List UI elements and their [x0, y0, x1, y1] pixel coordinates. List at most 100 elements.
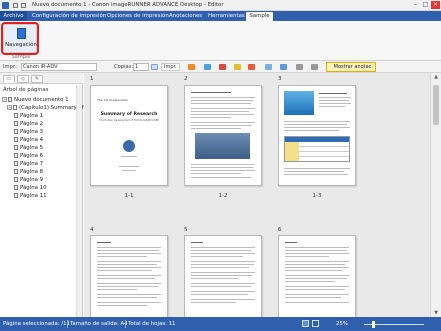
chapter-number: 2: [184, 76, 188, 82]
close-button[interactable]: ×: [431, 1, 440, 9]
tab-herramientas[interactable]: Herramientas: [208, 11, 245, 21]
tree-page-item[interactable]: Página 1: [14, 112, 43, 120]
undo-tool-icon[interactable]: [296, 64, 303, 70]
tree-page-item[interactable]: Página 4: [14, 136, 43, 144]
collapse-icon[interactable]: −: [7, 105, 12, 110]
copies-stepper-icon[interactable]: [151, 64, 158, 70]
chapter-number: 4: [90, 227, 94, 233]
bookmarks-tab-icon[interactable]: ◇: [17, 75, 29, 83]
tree-page-label: Página 3: [20, 129, 44, 135]
tree-page-item[interactable]: Página 6: [14, 152, 43, 160]
tree-page-label: Página 5: [20, 145, 44, 151]
copies-label: Copias:: [114, 64, 134, 70]
undo-icon[interactable]: [21, 3, 26, 8]
page-icon: [14, 113, 18, 118]
tree-page-item[interactable]: Página 2: [14, 120, 43, 128]
minimize-button[interactable]: –: [411, 1, 420, 9]
main-scrollbar[interactable]: ▲ ▼: [430, 73, 441, 317]
copies-input[interactable]: 1: [133, 63, 149, 71]
page-label: 1-3: [312, 193, 322, 199]
left-pane-scrollbar[interactable]: [76, 85, 82, 317]
folder-icon[interactable]: [234, 64, 241, 70]
maximize-button[interactable]: □: [421, 1, 430, 9]
page-thumbnail-6[interactable]: [278, 235, 356, 317]
tree-page-label: Página 11: [20, 193, 47, 199]
page-label: 1-2: [218, 193, 228, 199]
tree-page-item[interactable]: Página 10: [14, 184, 47, 192]
tree-page-item[interactable]: Página 9: [14, 176, 43, 184]
toolbar: Impr.: Canon iR-ADV Copias: 1 Impr. Most…: [0, 61, 441, 73]
page-photo: [284, 91, 314, 115]
page-icon: [14, 121, 18, 126]
cut-icon[interactable]: [248, 64, 255, 70]
page-table: [284, 136, 350, 162]
tree-root[interactable]: − Nuevo documento 1: [2, 96, 69, 104]
tab-configuracion-impresion[interactable]: Configuración de impresión: [32, 11, 106, 21]
cover-title: Summary of Research: [100, 112, 158, 117]
page-thumbnail-2[interactable]: [184, 85, 262, 186]
tree-page-item[interactable]: Página 7: [14, 160, 43, 168]
tab-anotaciones[interactable]: Anotaciones: [169, 11, 202, 21]
page-icon: [14, 129, 18, 134]
zoom-level: 25%: [336, 321, 348, 327]
page-label: 1-1: [124, 193, 134, 199]
page-view-icon[interactable]: [312, 320, 319, 327]
page-icon: [14, 161, 18, 166]
cover-subtitle: The Human Development of TOKYO-CANON COR…: [99, 119, 159, 122]
tree-page-label: Página 6: [20, 153, 44, 159]
page-icon: [14, 153, 18, 158]
page-thumbnail-area: 1 2 3 4 5 6 The 1st Organization Summary…: [84, 73, 430, 317]
status-bar: Página seleccionada: /11 Tamaño de salid…: [0, 317, 441, 331]
chapter-number: 1: [90, 76, 94, 82]
page-icon: [14, 185, 18, 190]
thumbnail-view-icon[interactable]: [302, 320, 309, 327]
tree-page-label: Página 9: [20, 177, 44, 183]
insert-icon[interactable]: [204, 64, 211, 70]
scroll-down-icon[interactable]: ▼: [431, 309, 441, 317]
page-thumbnail-5[interactable]: [184, 235, 262, 317]
scroll-thumb[interactable]: [433, 85, 439, 125]
title-bar: Nuevo documento 1 - Canon imageRUNNER AD…: [0, 0, 441, 11]
cover-org-text: The 1st Organization: [97, 98, 129, 102]
delete-page-icon[interactable]: [219, 64, 226, 70]
show-annotations-button[interactable]: Mostrar anotac.: [326, 62, 376, 72]
tab-sample[interactable]: Sample: [246, 12, 273, 21]
page-icon: [14, 137, 18, 142]
print-button[interactable]: Impr.: [161, 63, 180, 71]
tree-page-label: Página 10: [20, 185, 47, 191]
page-thumbnail-1[interactable]: The 1st Organization Summary of Research…: [90, 85, 168, 186]
stamp-icon[interactable]: [188, 64, 195, 70]
status-selected-page: Página seleccionada: /11: [3, 321, 70, 327]
tree-page-item[interactable]: Página 5: [14, 144, 43, 152]
page-tree-pane: ▭ ◇ ✎ Árbol de páginas − Nuevo documento …: [0, 73, 89, 317]
page-icon: [14, 145, 18, 150]
printer-label: Impr.:: [3, 64, 18, 70]
document-icon: [8, 97, 12, 102]
tree-page-item[interactable]: Página 8: [14, 168, 43, 176]
page-icon: [14, 177, 18, 182]
tree-page-label: Página 7: [20, 161, 44, 167]
tree-page-label: Página 4: [20, 137, 44, 143]
page-thumbnail-4[interactable]: [90, 235, 168, 317]
tree-page-item[interactable]: Página 11: [14, 192, 47, 200]
tab-archivo[interactable]: Archivo: [0, 11, 27, 21]
tree-page-item[interactable]: Página 3: [14, 128, 43, 136]
page-icon: [14, 169, 18, 174]
zoom-slider-knob[interactable]: [372, 321, 375, 328]
tree-page-label: Página 2: [20, 121, 44, 127]
redo-tool-icon[interactable]: [311, 64, 318, 70]
paste-icon[interactable]: [280, 64, 287, 70]
scroll-up-icon[interactable]: ▲: [431, 73, 441, 81]
page-photo: [195, 133, 250, 159]
pages-tab-icon[interactable]: ▭: [3, 75, 15, 83]
annotations-tab-icon[interactable]: ✎: [31, 75, 43, 83]
tab-opciones-impresion[interactable]: Opciones de impresión: [107, 11, 169, 21]
page-thumbnail-3[interactable]: [278, 85, 356, 186]
printer-select[interactable]: Canon iR-ADV: [21, 63, 97, 71]
collapse-icon[interactable]: −: [2, 97, 7, 102]
status-total-sheets: Total de hojas: 11: [128, 321, 176, 327]
copy-icon[interactable]: [265, 64, 272, 70]
save-icon[interactable]: [13, 3, 18, 8]
ribbon-body: Navegación Sample: [0, 21, 441, 61]
cover-logo: [123, 140, 135, 152]
